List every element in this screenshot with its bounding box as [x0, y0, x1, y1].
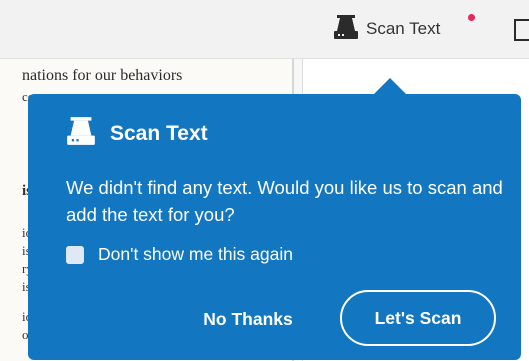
popover-title: Scan Text	[110, 121, 208, 145]
document-text-line: nations for our behaviors	[22, 67, 183, 84]
scan-text-popover: Scan Text We didn't find any text. Would…	[28, 94, 521, 360]
notification-dot	[468, 14, 475, 21]
dont-show-again-checkbox[interactable]	[66, 245, 84, 264]
dont-show-again-option[interactable]: Don't show me this again	[66, 244, 293, 265]
popover-message: We didn't find any text. Would you like …	[66, 177, 503, 225]
lets-scan-button[interactable]: Let's Scan	[340, 290, 496, 346]
top-toolbar: Scan Text	[0, 0, 529, 59]
scanner-icon	[334, 14, 358, 45]
dont-show-again-label: Don't show me this again	[98, 244, 293, 264]
scan-text-button[interactable]: Scan Text	[334, 11, 484, 47]
popover-header: Scan Text	[66, 116, 208, 151]
scanner-icon	[66, 116, 96, 151]
scan-text-button-label: Scan Text	[366, 19, 441, 38]
no-thanks-button[interactable]: No Thanks	[188, 302, 308, 336]
panel-icon[interactable]	[514, 19, 529, 41]
